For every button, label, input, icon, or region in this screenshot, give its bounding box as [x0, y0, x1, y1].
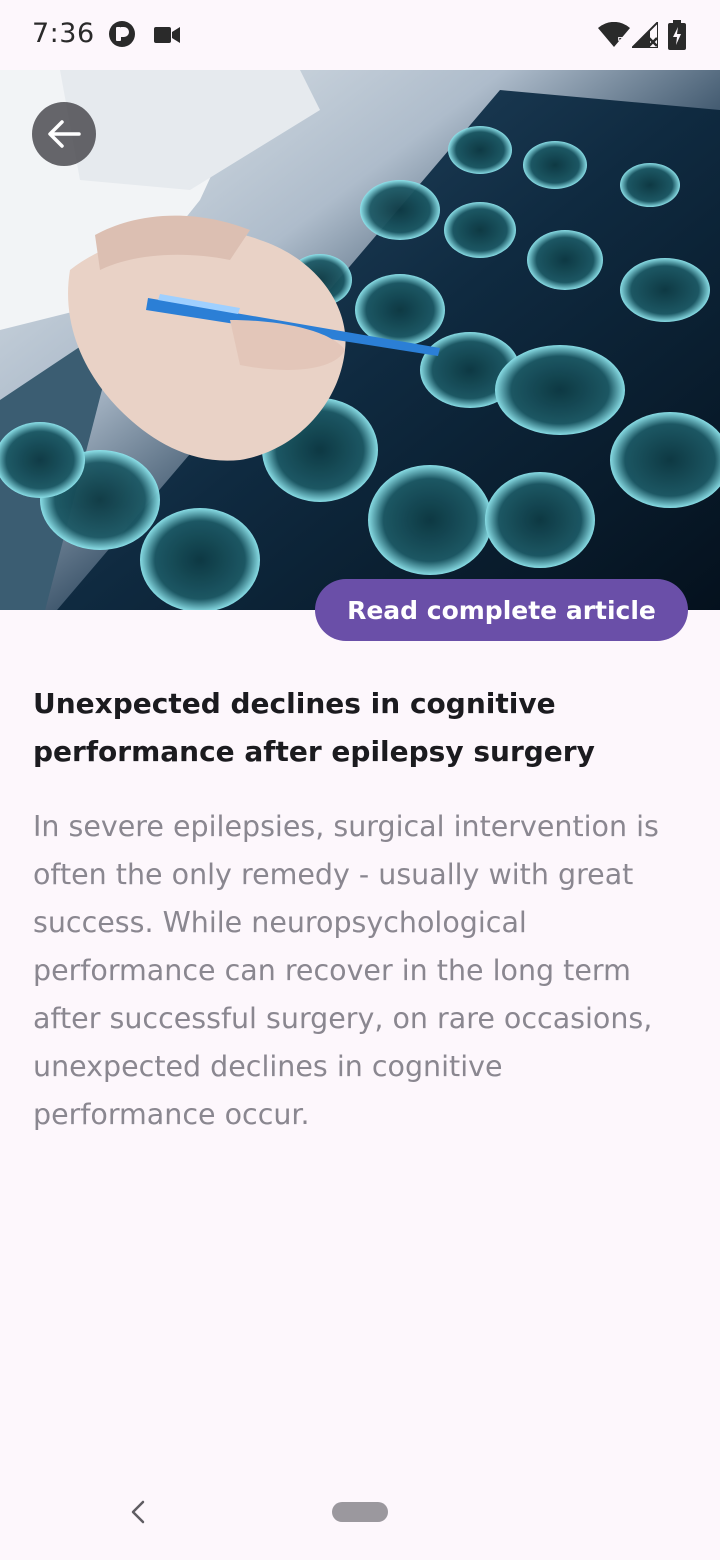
video-camera-icon: [154, 27, 180, 43]
navigation-bar: [0, 1466, 720, 1560]
wifi-icon: 5: [598, 22, 630, 48]
article-title: Unexpected declines in cognitive perform…: [33, 687, 595, 768]
svg-text:5: 5: [617, 35, 624, 48]
article-body: In severe epilepsies, surgical intervent…: [33, 810, 659, 1131]
status-bar: 7:36 5: [0, 0, 720, 70]
chevron-left-icon[interactable]: [126, 1498, 150, 1526]
brain-scan-illustration: [0, 70, 720, 610]
back-button[interactable]: [32, 102, 96, 166]
read-complete-article-button[interactable]: Read complete article: [315, 579, 688, 641]
signal-icon: [632, 22, 658, 48]
app-notification-icon: [109, 21, 135, 47]
battery-charging-icon: [668, 20, 686, 50]
read-complete-article-label: Read complete article: [347, 595, 656, 625]
arrow-left-icon: [48, 120, 81, 148]
hero-image: [0, 70, 720, 610]
status-time: 7:36: [32, 18, 95, 49]
home-pill-icon[interactable]: [332, 1502, 388, 1522]
